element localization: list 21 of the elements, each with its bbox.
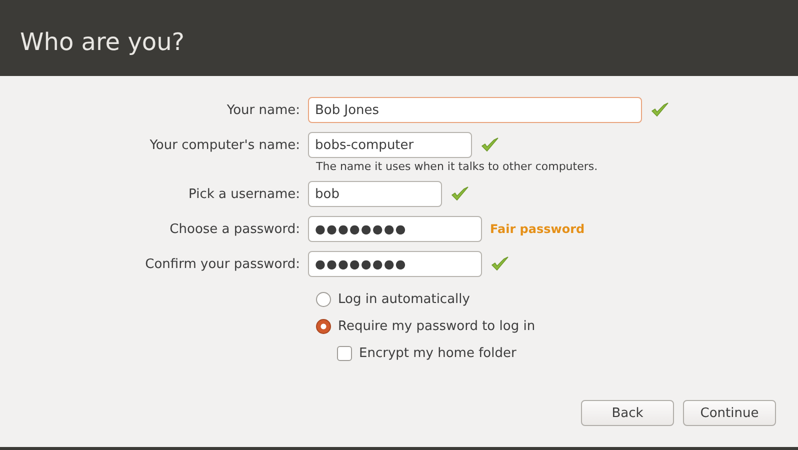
field-hint: The name it uses when it talks to other computers. [316,160,599,173]
field-label: Choose a password: [168,222,301,236]
text-field[interactable]: Bob Jones [308,97,642,123]
radio-button[interactable] [316,319,331,334]
password-field[interactable]: ●●●●●●●● [308,216,482,242]
field-label: Confirm your password: [144,256,301,272]
continue-button[interactable]: Continue [683,400,776,426]
radio-label[interactable]: Log in automatically [338,292,470,307]
field-label: Your name: [226,102,301,118]
back-button[interactable]: Back [581,400,674,426]
checkbox-label[interactable]: Encrypt my home folder [359,346,516,361]
radio-button[interactable] [316,292,331,307]
text-field[interactable]: bobs-computer [308,132,472,158]
page-title: Who are you? [20,28,185,56]
field-label: Pick a username: [188,186,301,202]
password-field[interactable]: ●●●●●●●● [308,251,482,277]
text-field[interactable]: bob [308,181,442,207]
field-label: Your computer's name: [148,138,301,152]
checkbox[interactable] [337,346,352,361]
password-strength: Fair password [490,222,585,236]
radio-label[interactable]: Require my password to log in [338,319,536,334]
